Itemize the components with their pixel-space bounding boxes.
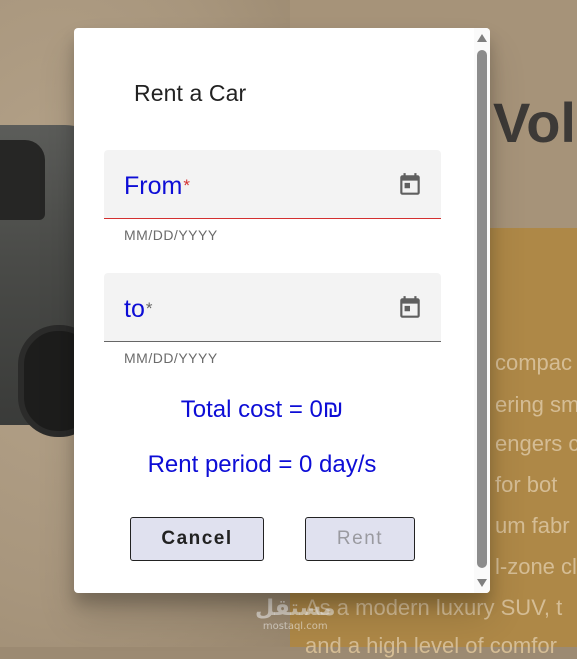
scrollbar-thumb[interactable] <box>477 50 487 568</box>
to-date-label: to* <box>124 295 153 323</box>
rent-period-text: Rent period = 0 day/s <box>147 451 377 478</box>
description-line: engers c <box>495 431 577 456</box>
car-window-shape <box>0 140 45 220</box>
dialog-title: Rent a Car <box>134 80 247 106</box>
description-line: l-zone cl <box>495 554 577 579</box>
from-date-hint: MM/DD/YYYY <box>124 227 218 243</box>
watermark-main-text: مستقل <box>255 596 336 621</box>
cancel-button[interactable]: Cancel <box>130 517 264 561</box>
calendar-icon[interactable] <box>397 172 423 198</box>
description-line: compac <box>495 350 573 375</box>
car-model-heading: Vol <box>493 91 576 154</box>
rent-car-dialog: Rent a Car From* MM/DD/YYYY to* MM/DD/YY… <box>74 28 490 593</box>
description-line: for bot <box>495 472 558 497</box>
description-line: and a high level of comfor <box>305 633 557 658</box>
calendar-icon[interactable] <box>397 295 423 321</box>
dialog-scrollbar[interactable] <box>474 28 490 593</box>
required-asterisk: * <box>145 299 153 318</box>
to-date-hint: MM/DD/YYYY <box>124 350 218 366</box>
description-line: As a modern luxury SUV, t <box>305 595 563 620</box>
total-cost-text: Total cost = 0₪ <box>180 396 344 423</box>
required-asterisk: * <box>183 176 190 195</box>
to-date-field[interactable]: to* <box>104 273 441 342</box>
scroll-up-arrow-icon[interactable] <box>477 34 487 42</box>
from-date-label: From* <box>124 172 190 200</box>
rent-button[interactable]: Rent <box>305 517 415 561</box>
description-line: ering sm <box>495 392 577 417</box>
description-line: um fabr <box>495 513 570 538</box>
watermark-sub-text: mostaql.com <box>262 621 328 632</box>
scroll-down-arrow-icon[interactable] <box>477 579 487 587</box>
watermark-logo: مستقل mostaql.com <box>255 597 335 633</box>
from-date-field[interactable]: From* <box>104 150 441 219</box>
